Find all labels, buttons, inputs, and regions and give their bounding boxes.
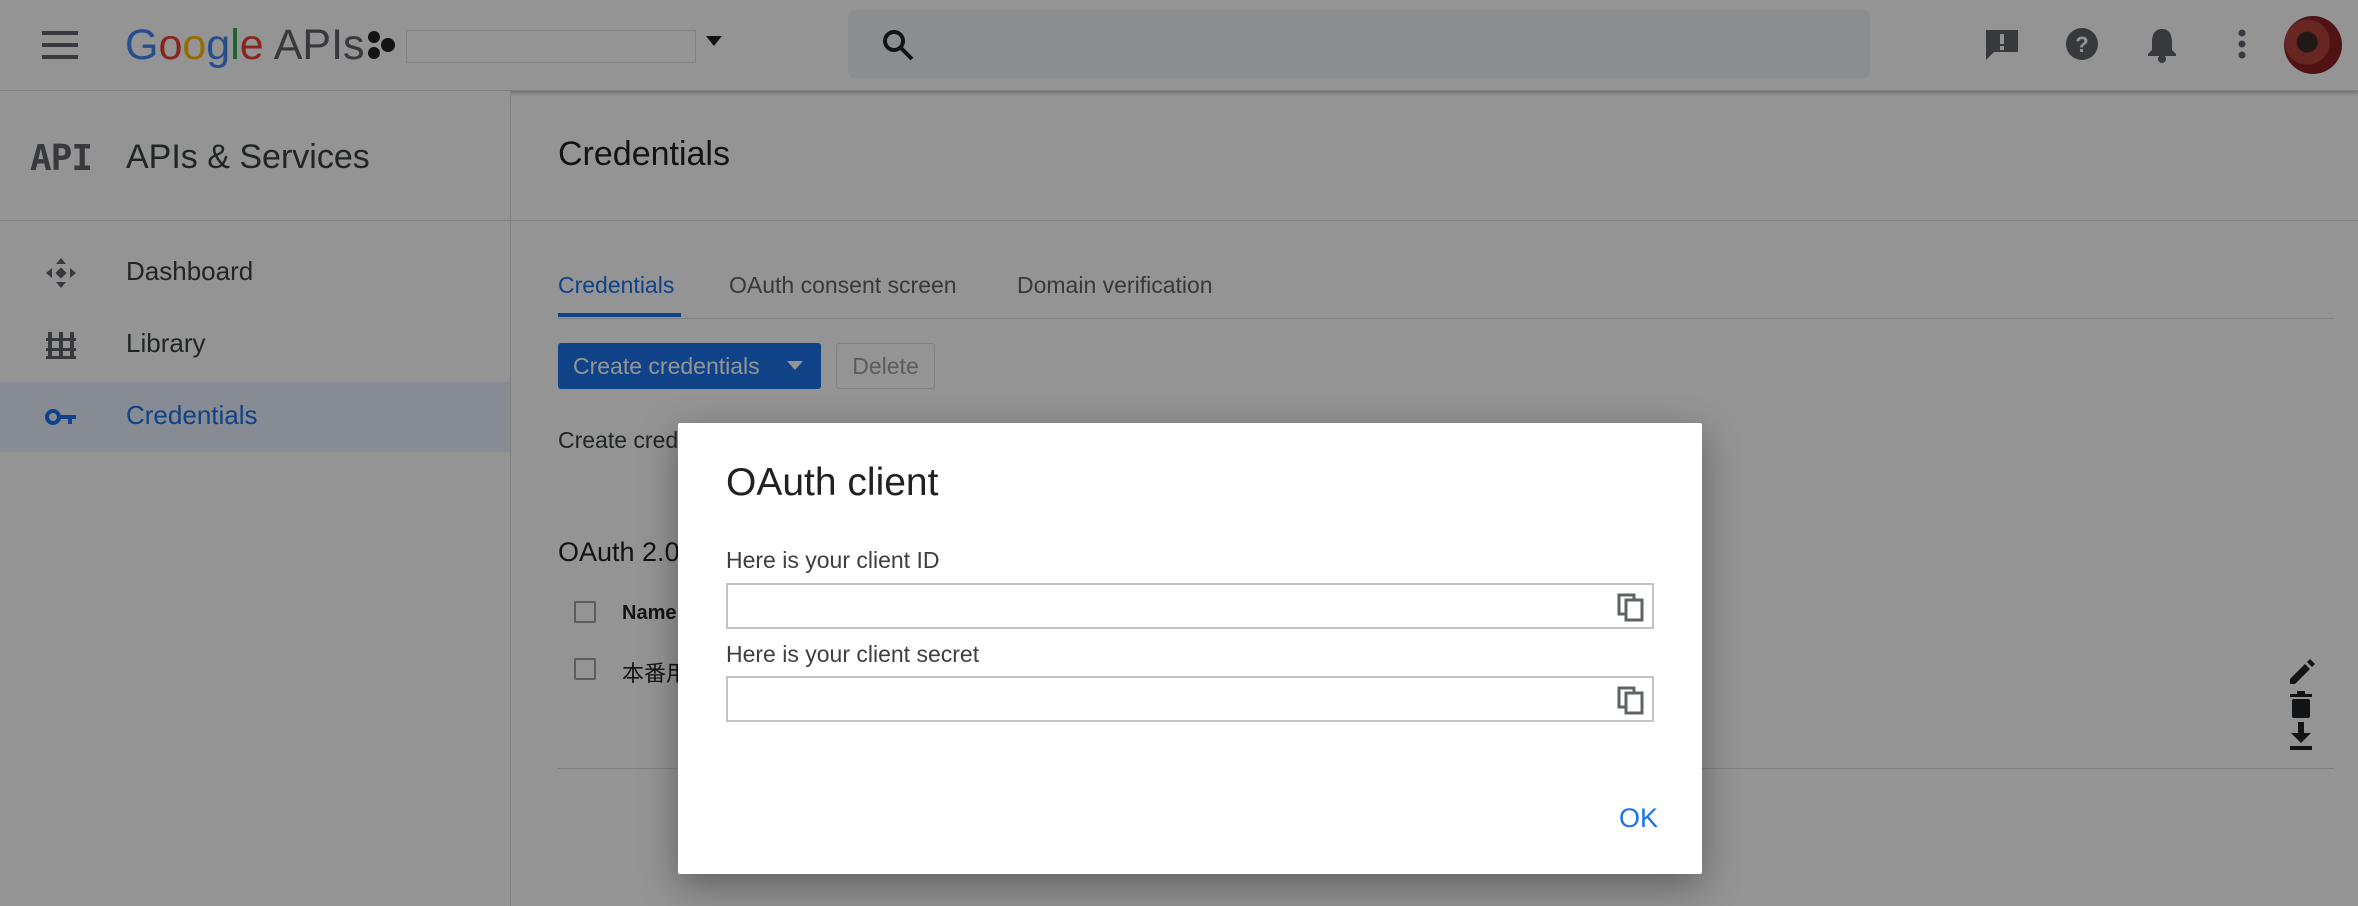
client-id-field[interactable] <box>726 583 1654 629</box>
oauth-client-dialog: OAuth client Here is your client ID Here… <box>678 423 1702 874</box>
ok-button[interactable]: OK <box>1619 803 1658 834</box>
client-secret-field[interactable] <box>726 676 1654 722</box>
copy-client-secret-icon[interactable] <box>1616 685 1646 715</box>
dialog-title: OAuth client <box>726 461 939 504</box>
copy-client-id-icon[interactable] <box>1616 592 1646 622</box>
client-secret-label: Here is your client secret <box>726 641 980 667</box>
client-id-label: Here is your client ID <box>726 547 940 573</box>
